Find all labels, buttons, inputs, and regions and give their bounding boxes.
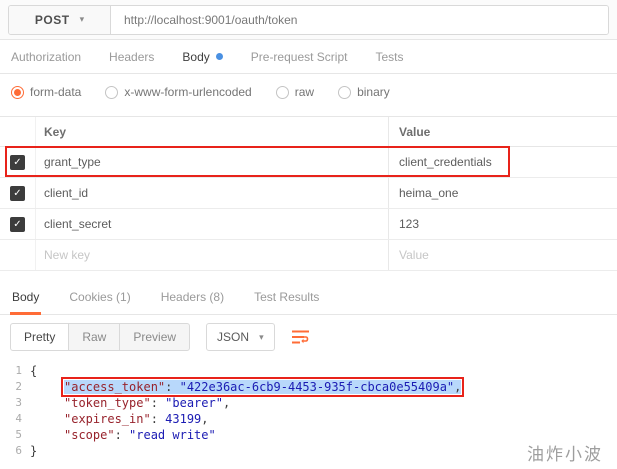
response-tab-body-label: Body [12,289,40,304]
wrap-text-icon[interactable] [291,328,311,346]
code-line-access-token: "access_token": "422e36ac-6cb9-4453-935f… [30,377,617,397]
code-token: { [30,364,38,378]
tab-body[interactable]: Body [182,49,223,64]
radio-binary-label: binary [357,85,390,99]
key-cell[interactable]: client_id [44,186,88,200]
request-url-bar: POST ▾ [0,0,617,40]
code-token: , [201,412,209,426]
json-key: "access_token" [64,380,166,394]
line-numbers: 1 2 3 4 5 6 [0,363,30,459]
json-string: "bearer" [165,396,223,410]
view-pretty-button[interactable]: Pretty [10,323,70,351]
key-cell[interactable]: grant_type [44,155,101,169]
json-string: "read write" [129,428,216,442]
check-icon: ✓ [13,187,22,199]
radio-icon [105,85,119,99]
body-type-options: form-data x-www-form-urlencoded raw bina… [0,74,617,110]
response-tab-test-results[interactable]: Test Results [254,279,319,314]
row-checkbox[interactable]: ✓ [10,154,25,170]
response-view-toolbar: Pretty Raw Preview JSON ▾ [0,315,617,359]
line-number: 2 [15,380,22,393]
value-cell[interactable]: 123 [399,217,419,231]
code-token: : [114,428,130,442]
new-key-input[interactable] [44,248,380,262]
check-icon: ✓ [13,218,22,230]
format-dropdown[interactable]: JSON ▾ [206,323,275,351]
radio-binary[interactable]: binary [338,85,390,99]
response-tab-body[interactable]: Body [10,279,42,315]
watermark: 油炸小波 [527,445,603,464]
row-checkbox[interactable]: ✓ [10,216,25,232]
json-key: "token_type" [64,396,151,410]
tab-body-label: Body [182,49,210,64]
response-tab-headers[interactable]: Headers (8) [161,279,224,314]
code-line-expires-in: "expires_in": 43199, [30,411,617,427]
key-column-header: Key [44,124,67,139]
table-row-grant-type: ✓ grant_type client_credentials [0,146,617,178]
chevron-down-icon: ▾ [259,331,264,342]
radio-icon [275,85,289,99]
code-token: } [30,444,38,458]
value-column-header: Value [388,117,617,146]
code-line: { [30,363,617,379]
active-tab-dot [215,53,223,60]
response-body-viewer: 1 2 3 4 5 6 { "access_token": "422e36ac-… [0,359,617,459]
json-number: 43199 [165,412,202,426]
form-data-table: Key Value ✓ grant_type client_credential… [0,116,617,271]
tab-tests[interactable]: Tests [375,50,403,64]
code-token: , [454,380,462,394]
value-cell[interactable]: heima_one [399,186,458,200]
radio-urlencoded-label: x-www-form-urlencoded [124,85,252,99]
active-tab-underline [10,312,42,315]
code-token: : [165,380,180,394]
key-cell[interactable]: client_secret [44,217,111,231]
radio-raw-label: raw [294,85,315,99]
new-value-input[interactable] [399,248,607,262]
tab-authorization[interactable]: Authorization [11,50,81,64]
row-checkbox[interactable]: ✓ [10,185,25,201]
line-number: 6 [15,444,22,457]
view-preview-button[interactable]: Preview [119,323,191,351]
table-row-client-secret: ✓ client_secret 123 [0,209,617,240]
code-token: : [150,396,166,410]
line-number: 1 [15,364,22,377]
table-row-client-id: ✓ client_id heima_one [0,178,617,209]
table-header-row: Key Value [0,116,617,147]
line-number: 3 [15,396,22,409]
value-cell[interactable]: client_credentials [399,155,492,169]
format-label: JSON [217,330,250,344]
view-mode-segmented-control: Pretty Raw Preview [10,323,191,351]
tab-pre-request-script[interactable]: Pre-request Script [251,50,348,64]
code-token: : [150,412,166,426]
request-tabs: Authorization Headers Body Pre-request S… [0,40,617,74]
json-key: "expires_in" [64,412,151,426]
tab-headers[interactable]: Headers [109,50,154,64]
postman-request-panel: { "icons": { "chevron_down": "▾", "check… [0,0,617,469]
code-token: , [222,396,231,410]
check-icon: ✓ [13,156,22,168]
highlighted-annotated-token: "access_token": "422e36ac-6cb9-4453-935f… [60,377,465,397]
radio-x-www-form-urlencoded[interactable]: x-www-form-urlencoded [105,85,252,99]
radio-raw[interactable]: raw [275,85,315,99]
json-string: "422e36ac-6cb9-4453-935f-cbca0e55409a" [179,380,455,394]
radio-icon [338,85,352,99]
url-input[interactable] [111,5,608,34]
method-dropdown[interactable]: POST ▾ [9,5,111,34]
table-row-new [0,240,617,271]
response-tabs: Body Cookies (1) Headers (8) Test Result… [0,279,617,315]
view-raw-button[interactable]: Raw [68,323,121,351]
line-number: 5 [15,428,22,441]
json-key: "scope" [64,428,115,442]
url-group: POST ▾ [8,4,609,35]
chevron-down-icon: ▾ [79,14,85,24]
radio-icon [11,85,24,99]
radio-form-data[interactable]: form-data [11,85,81,99]
method-label: POST [34,12,70,27]
line-number: 4 [15,412,22,425]
code-line-token-type: "token_type": "bearer", [30,395,617,411]
radio-form-data-label: form-data [30,85,82,99]
response-tab-cookies[interactable]: Cookies (1) [69,279,130,314]
